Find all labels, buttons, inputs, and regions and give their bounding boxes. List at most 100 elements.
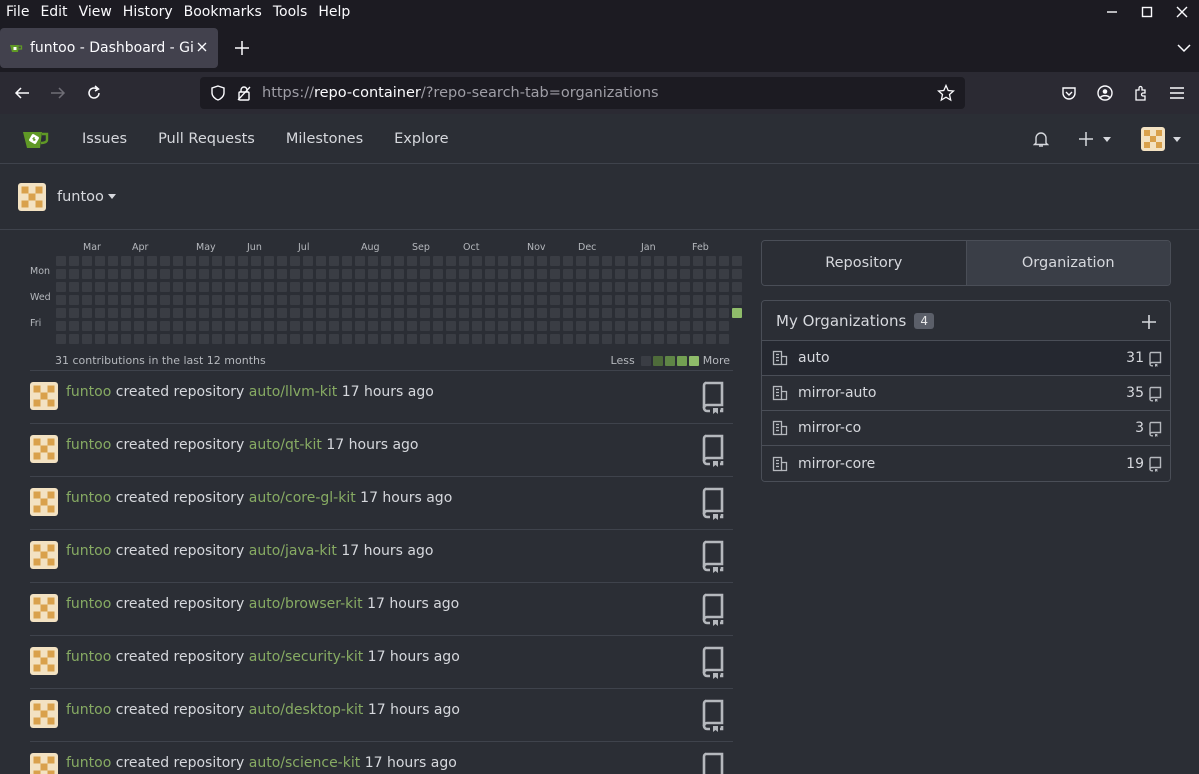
heatmap-cell[interactable] — [212, 321, 222, 331]
heatmap-cell[interactable] — [368, 295, 378, 305]
heatmap-cell[interactable] — [615, 334, 625, 344]
heatmap-cell[interactable] — [82, 282, 92, 292]
heatmap-cell[interactable] — [368, 308, 378, 318]
heatmap-cell[interactable] — [225, 308, 235, 318]
heatmap-cell[interactable] — [706, 269, 716, 279]
heatmap-cell[interactable] — [394, 308, 404, 318]
heatmap-cell[interactable] — [251, 282, 261, 292]
heatmap-cell[interactable] — [212, 282, 222, 292]
heatmap-cell[interactable] — [654, 256, 664, 266]
heatmap-cell[interactable] — [589, 282, 599, 292]
heatmap-cell[interactable] — [394, 269, 404, 279]
heatmap-cell[interactable] — [251, 308, 261, 318]
heatmap-cell[interactable] — [238, 269, 248, 279]
tab-close-icon[interactable] — [194, 40, 210, 56]
tab-repository[interactable]: Repository — [762, 241, 967, 285]
heatmap-cell[interactable] — [498, 282, 508, 292]
feed-repo-link[interactable]: auto/desktop-kit — [249, 702, 364, 718]
heatmap-cell[interactable] — [95, 256, 105, 266]
heatmap-cell[interactable] — [537, 282, 547, 292]
bookmark-star-icon[interactable] — [937, 84, 955, 102]
heatmap-cell[interactable] — [589, 269, 599, 279]
heatmap-cell[interactable] — [693, 334, 703, 344]
heatmap-cell[interactable] — [563, 308, 573, 318]
close-window-icon[interactable] — [1164, 0, 1199, 24]
heatmap-cell[interactable] — [225, 269, 235, 279]
heatmap-cell[interactable] — [472, 334, 482, 344]
heatmap-cell[interactable] — [485, 308, 495, 318]
heatmap-cell[interactable] — [121, 321, 131, 331]
heatmap-cell[interactable] — [355, 321, 365, 331]
heatmap-cell[interactable] — [550, 269, 560, 279]
heatmap-cell[interactable] — [667, 321, 677, 331]
heatmap-cell[interactable] — [173, 295, 183, 305]
heatmap-cell[interactable] — [95, 321, 105, 331]
avatar[interactable] — [30, 647, 58, 675]
heatmap-cell[interactable] — [563, 269, 573, 279]
heatmap-cell[interactable] — [342, 282, 352, 292]
heatmap-cell[interactable] — [82, 334, 92, 344]
heatmap-cell[interactable] — [667, 308, 677, 318]
menu-edit[interactable]: Edit — [38, 4, 73, 20]
heatmap-cell[interactable] — [693, 321, 703, 331]
heatmap-cell[interactable] — [303, 295, 313, 305]
feed-repo-link[interactable]: auto/browser-kit — [249, 596, 363, 612]
heatmap-cell[interactable] — [329, 308, 339, 318]
nav-issues[interactable]: Issues — [82, 131, 127, 147]
heatmap-cell[interactable] — [680, 282, 690, 292]
heatmap-cell[interactable] — [264, 256, 274, 266]
heatmap-cell[interactable] — [511, 308, 521, 318]
heatmap-cell[interactable] — [459, 308, 469, 318]
heatmap-cell[interactable] — [420, 295, 430, 305]
heatmap-cell[interactable] — [212, 334, 222, 344]
heatmap-cell[interactable] — [485, 256, 495, 266]
address-bar[interactable]: https://repo-container/?repo-search-tab=… — [200, 77, 965, 109]
heatmap-cell[interactable] — [277, 295, 287, 305]
organization-row[interactable]: mirror-co 3 — [762, 411, 1170, 446]
heatmap-cell[interactable] — [56, 256, 66, 266]
heatmap-cell[interactable] — [524, 295, 534, 305]
gitea-logo-icon[interactable] — [20, 123, 52, 155]
organization-row[interactable]: auto 31 — [762, 341, 1170, 376]
heatmap-cell[interactable] — [511, 256, 521, 266]
heatmap-cell[interactable] — [251, 334, 261, 344]
heatmap-cell[interactable] — [147, 321, 157, 331]
heatmap-cell[interactable] — [147, 295, 157, 305]
heatmap-cell[interactable] — [693, 308, 703, 318]
heatmap-cell[interactable] — [69, 295, 79, 305]
heatmap-cell[interactable] — [537, 321, 547, 331]
heatmap-cell[interactable] — [199, 295, 209, 305]
heatmap-cell[interactable] — [550, 282, 560, 292]
heatmap-cell[interactable] — [719, 282, 729, 292]
heatmap-cell[interactable] — [563, 256, 573, 266]
heatmap-cell[interactable] — [160, 308, 170, 318]
heatmap-cell[interactable] — [485, 321, 495, 331]
heatmap-cell[interactable] — [680, 256, 690, 266]
heatmap-cell[interactable] — [121, 334, 131, 344]
feed-repo-link[interactable]: auto/core-gl-kit — [249, 490, 356, 506]
heatmap-cell[interactable] — [186, 308, 196, 318]
heatmap-cell[interactable] — [342, 256, 352, 266]
heatmap-cell[interactable] — [290, 269, 300, 279]
heatmap-cell[interactable] — [264, 308, 274, 318]
heatmap-cell[interactable] — [706, 334, 716, 344]
tab-organization[interactable]: Organization — [966, 241, 1170, 285]
heatmap-cell[interactable] — [69, 321, 79, 331]
heatmap-cell[interactable] — [316, 256, 326, 266]
heatmap-cell[interactable] — [251, 269, 261, 279]
heatmap-cell[interactable] — [199, 256, 209, 266]
feed-user-link[interactable]: funtoo — [66, 437, 111, 453]
feed-repo-link[interactable]: auto/science-kit — [249, 755, 360, 771]
heatmap-cell[interactable] — [368, 256, 378, 266]
heatmap-cell[interactable] — [316, 295, 326, 305]
heatmap-cell[interactable] — [615, 295, 625, 305]
heatmap-cell[interactable] — [498, 334, 508, 344]
heatmap-cell[interactable] — [602, 295, 612, 305]
heatmap-cell[interactable] — [667, 269, 677, 279]
url-text[interactable]: https://repo-container/?repo-search-tab=… — [262, 85, 937, 101]
heatmap-cell[interactable] — [472, 282, 482, 292]
heatmap-cell[interactable] — [641, 308, 651, 318]
heatmap-cell[interactable] — [160, 295, 170, 305]
heatmap-cell[interactable] — [706, 282, 716, 292]
heatmap-cell[interactable] — [56, 308, 66, 318]
